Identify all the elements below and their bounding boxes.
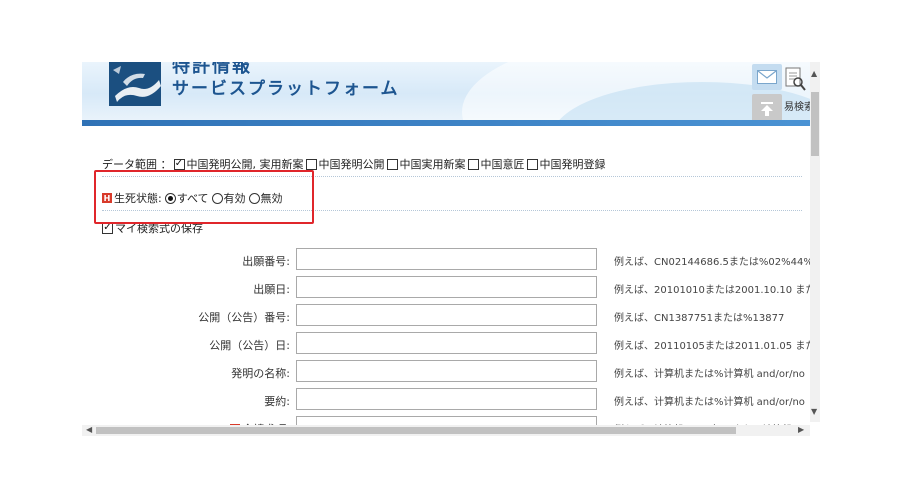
arrow-up-icon	[761, 102, 773, 116]
browser-viewport: 特許情報 サービスプラットフォーム 易検索 データ範囲 ： ✓ 中国発明公開, …	[82, 62, 820, 436]
scope-checkbox-cn-invention-grant[interactable]	[526, 158, 538, 170]
field-row-publication-number: 公開（公告）番号: 例えば、CN1387751または%13877	[82, 304, 810, 328]
publication-date-input[interactable]	[296, 332, 597, 354]
simple-search-link[interactable]: 易検索	[784, 66, 814, 113]
mail-button[interactable]	[752, 64, 782, 90]
scroll-right-icon[interactable]: ▶	[798, 426, 804, 434]
field-row-application-date: 出願日: 例えば、20101010または2001.10.10 または	[82, 276, 820, 300]
scope-checkbox-cn-invention-utility[interactable]: ✓	[173, 158, 185, 170]
field-row-application-number: 出願番号: 例えば、CN02144686.5または%02%44%	[82, 248, 813, 272]
field-row-invention-title: 発明の名称: 例えば、计算机または%计算机 and/or/no	[82, 360, 810, 384]
application-number-input[interactable]	[296, 248, 597, 270]
publication-number-input[interactable]	[296, 304, 597, 326]
highlight-annotation-box	[94, 170, 314, 224]
brand-title: サービスプラットフォーム	[172, 79, 400, 99]
vertical-scrollbar[interactable]: ▲ ▼	[810, 62, 820, 422]
field-hint: 例えば、CN1387751または%13877	[614, 313, 785, 324]
field-hint: 例えば、20101010または2001.10.10 または	[614, 285, 820, 296]
vertical-scroll-thumb[interactable]	[811, 92, 819, 156]
application-date-input[interactable]	[296, 276, 597, 298]
field-hint: 例えば、20110105または2011.01.05 または	[614, 341, 820, 352]
field-hint: 例えば、计算机または%计算机 and/or/no	[614, 397, 805, 408]
horizontal-scroll-thumb[interactable]	[96, 427, 736, 434]
horizontal-scrollbar[interactable]: ◀ ▶	[82, 425, 810, 436]
abstract-input[interactable]	[296, 388, 597, 410]
field-hint: 例えば、计算机または%计算机 and/or/no	[614, 369, 805, 380]
save-search-checkbox[interactable]: ✓	[102, 222, 113, 234]
field-label: 出願日:	[253, 283, 290, 296]
scope-option-label: 中国発明公開	[318, 158, 385, 171]
invention-title-input[interactable]	[296, 360, 597, 382]
scroll-left-icon[interactable]: ◀	[86, 426, 92, 434]
field-label: 発明の名称:	[231, 367, 290, 380]
scope-option-label: 中国実用新案	[399, 158, 466, 171]
document-search-icon	[785, 67, 806, 91]
scope-checkbox-cn-utility-model[interactable]	[386, 158, 398, 170]
field-label: 公開（公告）番号:	[198, 311, 290, 324]
field-row-publication-date: 公開（公告）日: 例えば、20110105または2011.01.05 または	[82, 332, 820, 356]
header-banner: 特許情報 サービスプラットフォーム 易検索	[82, 62, 820, 120]
scope-option-label: 中国発明登録	[539, 158, 606, 171]
logo-graphic-icon	[113, 66, 161, 102]
scope-option-label: 中国意匠	[480, 158, 525, 171]
site-logo[interactable]	[109, 62, 161, 106]
mail-icon	[757, 70, 777, 84]
field-label: 要約:	[264, 395, 290, 408]
field-row-abstract: 要約: 例えば、计算机または%计算机 and/or/no	[82, 388, 810, 412]
back-to-top-button[interactable]	[752, 94, 782, 120]
scroll-down-icon[interactable]: ▼	[811, 408, 817, 416]
scroll-up-icon[interactable]: ▲	[811, 70, 817, 78]
field-hint: 例えば、CN02144686.5または%02%44%	[614, 257, 813, 268]
field-label: 出願番号:	[242, 255, 290, 268]
scope-checkbox-cn-design[interactable]	[467, 158, 479, 170]
scope-checkbox-cn-invention-publication[interactable]	[305, 158, 317, 170]
field-label: 公開（公告）日:	[209, 339, 290, 352]
